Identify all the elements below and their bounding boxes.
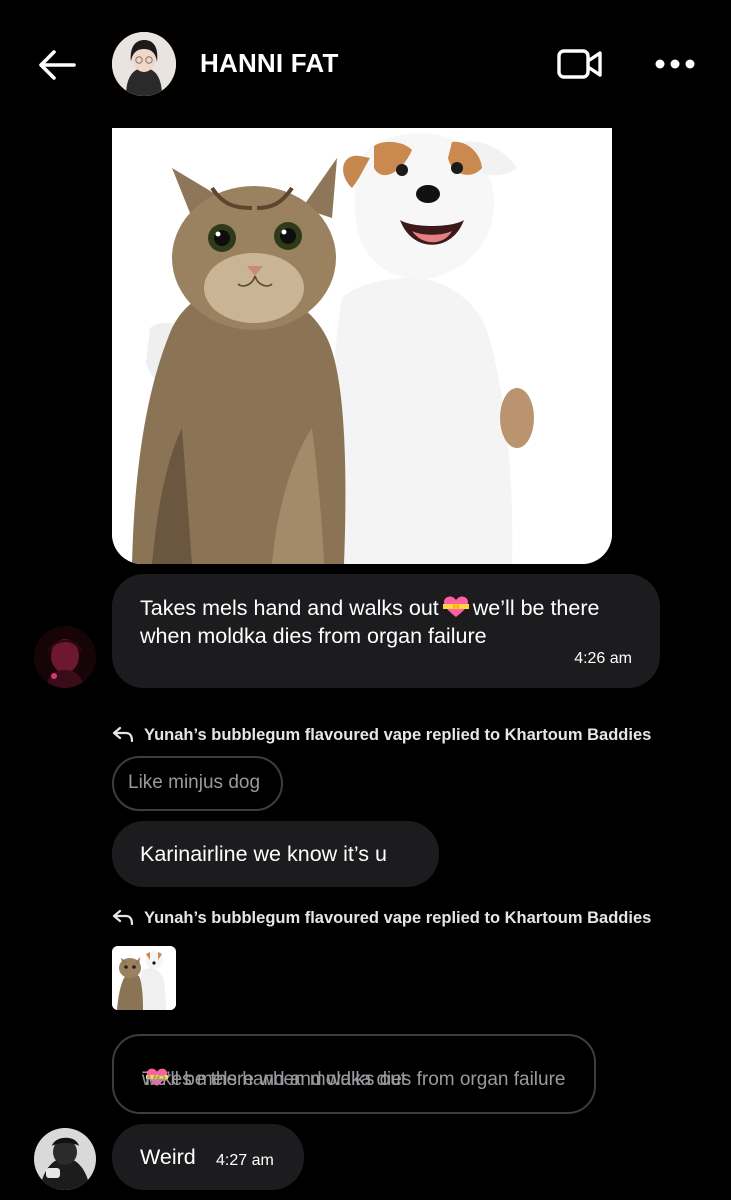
avatar[interactable] [112, 32, 176, 96]
more-horizontal-icon [655, 59, 695, 69]
reply-arrow-icon [112, 909, 134, 925]
quoted-message[interactable]: Like minjus dog [112, 756, 283, 811]
reply-indicator: Yunah’s bubblegum flavoured vape replied… [112, 909, 651, 928]
reply-indicator: Yunah’s bubblegum flavoured vape replied… [112, 726, 651, 745]
reply-label: Yunah’s bubblegum flavoured vape replied… [144, 909, 652, 927]
page-title[interactable]: HANNI FAT [200, 48, 339, 79]
quoted-message[interactable]: Takes mels hand and walks out we’ll be th… [112, 1034, 596, 1114]
message-timestamp: 4:27 am [216, 1152, 274, 1169]
message-timestamp: 4:26 am [574, 650, 632, 667]
message-text-part: Takes mels hand and walks out [140, 596, 439, 620]
quoted-text-part: we’ll be there when moldka dies from org… [142, 1069, 566, 1090]
message-bubble[interactable]: Weird 4:27 am [112, 1124, 304, 1190]
arrow-left-icon [39, 50, 76, 80]
back-button[interactable] [36, 44, 78, 86]
more-options-button[interactable] [652, 52, 698, 76]
message-text: Takes mels hand and walks out we’ll be th… [140, 594, 640, 650]
shared-image[interactable] [112, 128, 612, 564]
avatar[interactable] [34, 626, 96, 688]
avatar[interactable] [34, 1128, 96, 1190]
video-call-button[interactable] [556, 44, 604, 84]
heart-with-ribbon-emoji [442, 596, 469, 618]
reply-label: Yunah’s bubblegum flavoured vape replied… [144, 726, 652, 744]
quoted-text: Like minjus dog [128, 772, 261, 793]
reply-arrow-icon [112, 726, 134, 742]
quoted-image-thumbnail[interactable] [112, 946, 176, 1010]
video-camera-icon [557, 49, 602, 79]
cat-and-dog-photo [112, 128, 612, 564]
message-bubble[interactable]: Karinairline we know it’s u [112, 821, 439, 887]
message-text: Weird [140, 1145, 196, 1169]
message-text: Karinairline we know it’s u [140, 842, 387, 866]
message-bubble[interactable]: Takes mels hand and walks out we’ll be th… [112, 574, 660, 688]
cat-and-dog-thumbnail [112, 946, 176, 1010]
